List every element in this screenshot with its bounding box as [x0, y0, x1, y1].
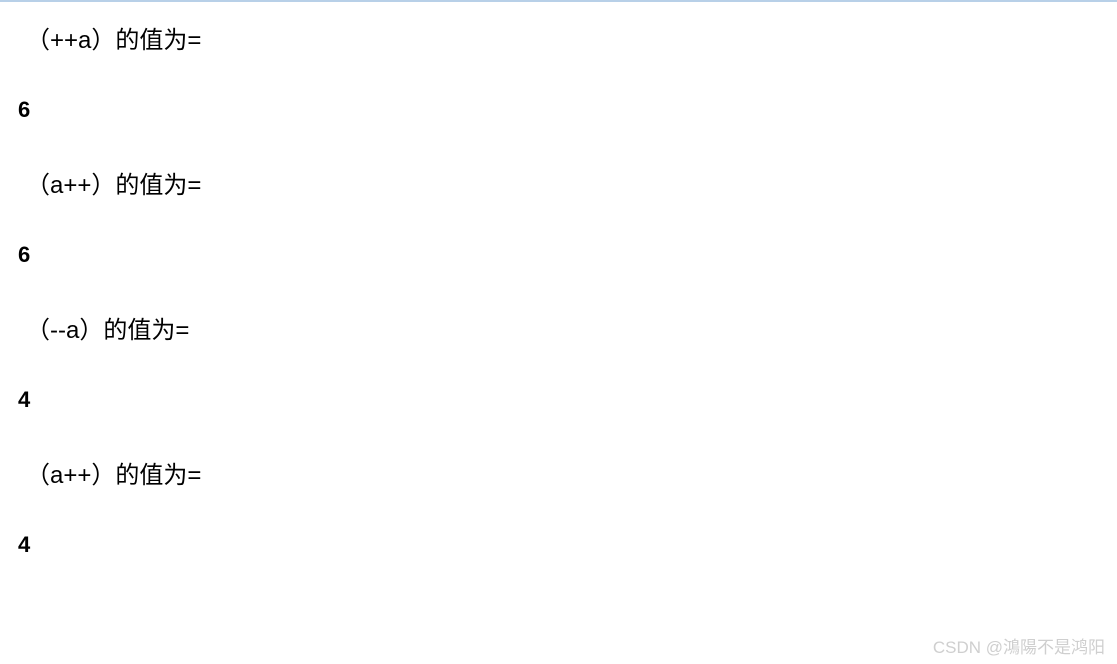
- watermark-text: CSDN @鴻陽不是鸿阳: [933, 633, 1105, 658]
- expr-label-4: （a++）的值为=: [18, 455, 1117, 490]
- expr-result-3: 4: [18, 387, 1117, 413]
- expr-label-2: （a++）的值为=: [18, 165, 1117, 200]
- expr-result-1: 6: [18, 97, 1117, 123]
- expr-label-3: （--a）的值为=: [18, 310, 1117, 345]
- expr-label-1: （++a）的值为=: [18, 20, 1117, 55]
- document-content: （++a）的值为= 6 （a++）的值为= 6 （--a）的值为= 4 （a++…: [0, 2, 1117, 558]
- expr-result-4: 4: [18, 532, 1117, 558]
- expr-result-2: 6: [18, 242, 1117, 268]
